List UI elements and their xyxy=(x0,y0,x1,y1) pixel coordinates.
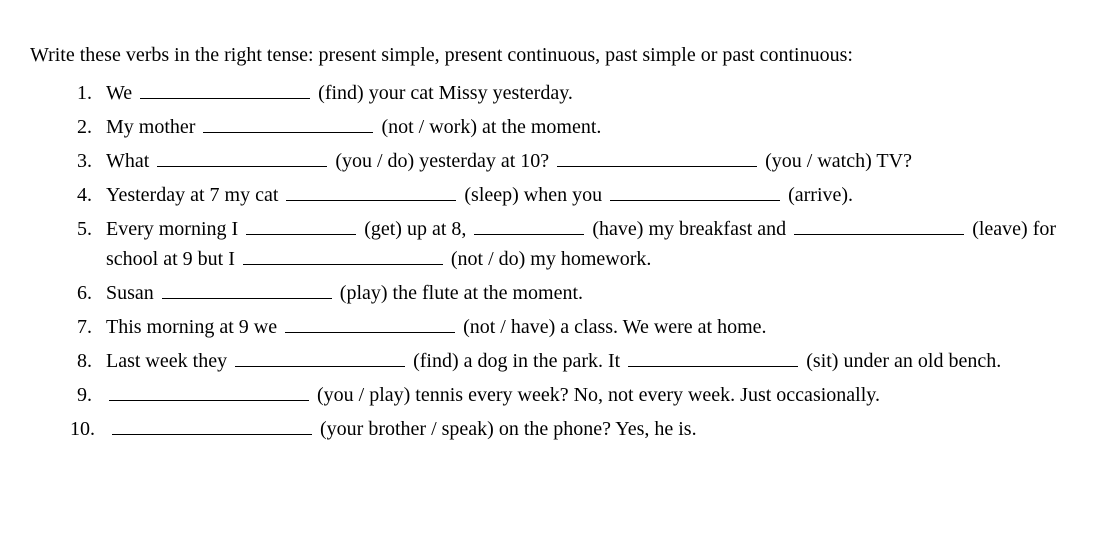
item-text: Susan xyxy=(106,282,159,304)
item-number: 4. xyxy=(70,180,106,210)
item-number: 8. xyxy=(70,346,106,376)
fill-blank[interactable] xyxy=(162,279,332,299)
item-text: Last week they xyxy=(106,350,232,372)
item-text: (arrive). xyxy=(783,184,853,206)
item-text: (find) a dog in the park. It xyxy=(408,350,625,372)
exercise-instructions: Write these verbs in the right tense: pr… xyxy=(30,40,1071,70)
item-content: (your brother / speak) on the phone? Yes… xyxy=(109,414,1071,444)
exercise-item: 10. (your brother / speak) on the phone?… xyxy=(70,414,1071,444)
item-content: Last week they (find) a dog in the park.… xyxy=(106,346,1071,376)
exercise-item: 3.What (you / do) yesterday at 10? (you … xyxy=(70,146,1071,176)
item-text: (find) your cat Missy yesterday. xyxy=(313,82,573,104)
item-number: 9. xyxy=(70,380,106,410)
fill-blank[interactable] xyxy=(203,113,373,133)
exercise-item: 5.Every morning I (get) up at 8, (have) … xyxy=(70,214,1071,274)
fill-blank[interactable] xyxy=(109,381,309,401)
item-content: Susan (play) the flute at the moment. xyxy=(106,278,1071,308)
item-text: (you / do) yesterday at 10? xyxy=(330,150,554,172)
item-text: (have) my breakfast and xyxy=(587,218,791,240)
item-text: Yesterday at 7 my cat xyxy=(106,184,283,206)
fill-blank[interactable] xyxy=(157,147,327,167)
fill-blank[interactable] xyxy=(610,181,780,201)
item-text: (your brother / speak) on the phone? Yes… xyxy=(315,418,697,440)
item-text: We xyxy=(106,82,137,104)
fill-blank[interactable] xyxy=(285,313,455,333)
item-number: 2. xyxy=(70,112,106,142)
item-text: (you / watch) TV? xyxy=(760,150,912,172)
item-number: 5. xyxy=(70,214,106,274)
item-text: This morning at 9 we xyxy=(106,316,282,338)
item-text: (not / do) my homework. xyxy=(446,248,652,270)
fill-blank[interactable] xyxy=(474,215,584,235)
fill-blank[interactable] xyxy=(140,79,310,99)
exercise-item: 7.This morning at 9 we (not / have) a cl… xyxy=(70,312,1071,342)
exercise-list: 1.We (find) your cat Missy yesterday.2.M… xyxy=(30,78,1071,444)
item-text: (get) up at 8, xyxy=(359,218,471,240)
item-number: 10. xyxy=(70,414,109,444)
fill-blank[interactable] xyxy=(112,415,312,435)
item-content: What (you / do) yesterday at 10? (you / … xyxy=(106,146,1071,176)
item-content: Yesterday at 7 my cat (sleep) when you (… xyxy=(106,180,1071,210)
item-text: What xyxy=(106,150,154,172)
item-number: 1. xyxy=(70,78,106,108)
fill-blank[interactable] xyxy=(286,181,456,201)
fill-blank[interactable] xyxy=(246,215,356,235)
item-text: My mother xyxy=(106,116,200,138)
item-content: We (find) your cat Missy yesterday. xyxy=(106,78,1071,108)
exercise-item: 9. (you / play) tennis every week? No, n… xyxy=(70,380,1071,410)
item-content: (you / play) tennis every week? No, not … xyxy=(106,380,1071,410)
item-content: This morning at 9 we (not / have) a clas… xyxy=(106,312,1071,342)
item-number: 6. xyxy=(70,278,106,308)
item-number: 7. xyxy=(70,312,106,342)
item-text: (sit) under an old bench. xyxy=(801,350,1001,372)
item-number: 3. xyxy=(70,146,106,176)
item-text: (play) the flute at the moment. xyxy=(335,282,583,304)
exercise-item: 4.Yesterday at 7 my cat (sleep) when you… xyxy=(70,180,1071,210)
item-content: My mother (not / work) at the moment. xyxy=(106,112,1071,142)
fill-blank[interactable] xyxy=(557,147,757,167)
exercise-item: 1.We (find) your cat Missy yesterday. xyxy=(70,78,1071,108)
item-text: (sleep) when you xyxy=(459,184,607,206)
item-text: (you / play) tennis every week? No, not … xyxy=(312,384,880,406)
exercise-item: 8.Last week they (find) a dog in the par… xyxy=(70,346,1071,376)
exercise-item: 6.Susan (play) the flute at the moment. xyxy=(70,278,1071,308)
fill-blank[interactable] xyxy=(243,245,443,265)
fill-blank[interactable] xyxy=(235,347,405,367)
fill-blank[interactable] xyxy=(628,347,798,367)
item-content: Every morning I (get) up at 8, (have) my… xyxy=(106,214,1071,274)
fill-blank[interactable] xyxy=(794,215,964,235)
item-text: (not / work) at the moment. xyxy=(376,116,601,138)
item-text: Every morning I xyxy=(106,218,243,240)
exercise-item: 2.My mother (not / work) at the moment. xyxy=(70,112,1071,142)
item-text: (not / have) a class. We were at home. xyxy=(458,316,766,338)
